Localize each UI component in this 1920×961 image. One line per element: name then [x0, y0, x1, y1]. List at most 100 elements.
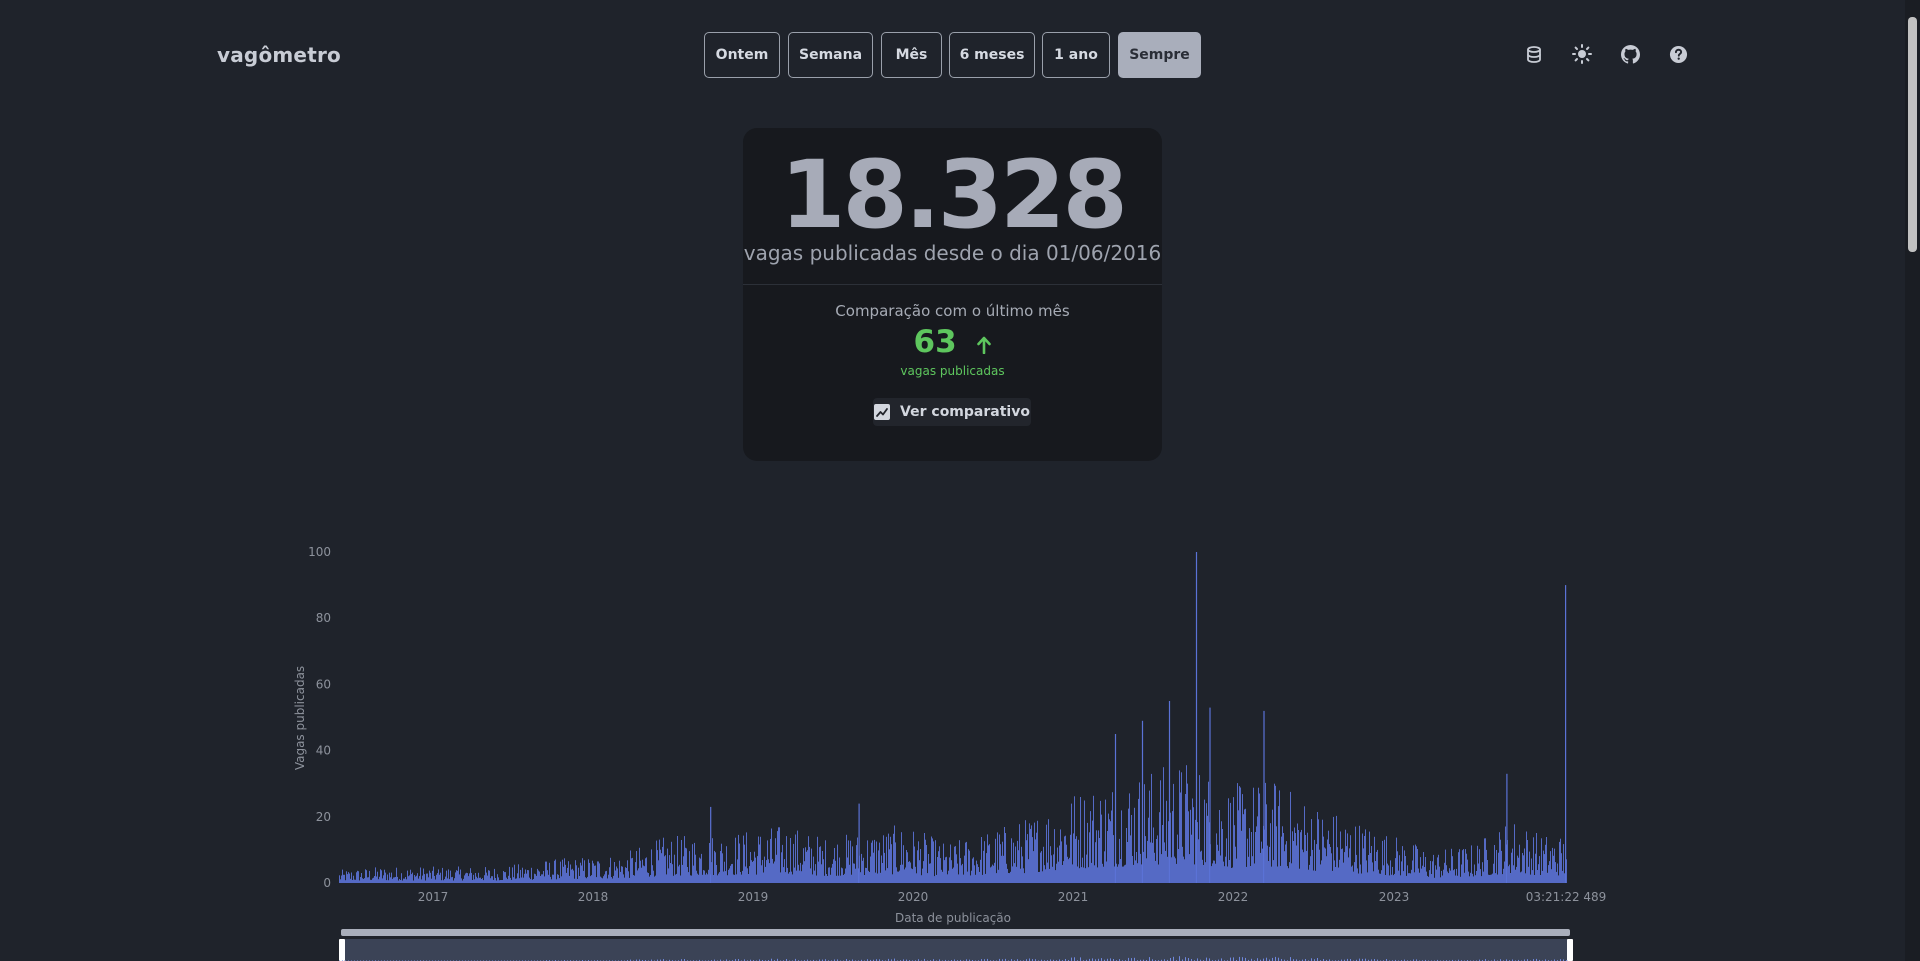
preview-bar	[1179, 956, 1180, 961]
bar	[876, 841, 877, 883]
bar	[445, 876, 446, 883]
bar	[912, 869, 913, 883]
range-slider-window[interactable]	[341, 939, 1570, 961]
bar	[355, 879, 356, 883]
bar	[1535, 853, 1536, 883]
scrollbar-thumb[interactable]	[1908, 17, 1917, 252]
bar	[1391, 874, 1392, 883]
bar	[1029, 823, 1030, 883]
bar	[947, 874, 948, 883]
bar	[1069, 857, 1070, 883]
bar	[704, 870, 705, 883]
bar	[522, 867, 523, 883]
page-scrollbar[interactable]	[1905, 0, 1920, 961]
bar	[645, 858, 646, 883]
bar	[484, 875, 485, 883]
bar	[1115, 833, 1116, 883]
bar	[641, 867, 642, 883]
preview-bar	[1230, 957, 1231, 961]
bar	[440, 872, 441, 883]
bar	[672, 864, 673, 883]
period-button-sempre[interactable]: Sempre	[1118, 32, 1201, 78]
bar	[1550, 851, 1551, 883]
app-logo[interactable]: vagômetro	[217, 43, 341, 67]
period-button-mes[interactable]: Mês	[881, 32, 942, 78]
bar	[978, 867, 979, 883]
sun-icon[interactable]	[1571, 43, 1593, 65]
y-tick-label: 100	[308, 545, 331, 559]
bar	[398, 880, 399, 883]
view-comparison-button[interactable]: Ver comparativo	[873, 398, 1031, 426]
database-icon[interactable]	[1523, 43, 1545, 65]
bar	[1462, 850, 1463, 883]
bar	[1002, 841, 1003, 883]
bar	[913, 831, 914, 883]
range-slider[interactable]	[339, 929, 1573, 961]
bar	[508, 875, 509, 883]
bar	[754, 851, 755, 883]
bar	[1415, 844, 1416, 883]
range-slider-left-handle[interactable]	[339, 939, 345, 961]
bar	[862, 860, 863, 883]
bar	[1167, 856, 1168, 883]
bar	[897, 871, 898, 883]
bar	[844, 873, 845, 883]
bar	[863, 857, 864, 883]
bar	[1413, 845, 1414, 883]
bar	[1333, 816, 1334, 883]
bar	[793, 843, 794, 883]
bar	[758, 836, 759, 883]
bar	[888, 833, 889, 883]
bar	[343, 874, 344, 883]
bar	[1131, 815, 1132, 883]
bar	[546, 861, 547, 883]
bar	[1245, 808, 1246, 883]
bar	[1030, 828, 1031, 883]
y-tick-label: 0	[323, 876, 331, 890]
bar	[1159, 812, 1160, 883]
bar	[972, 858, 973, 883]
bar	[467, 873, 468, 883]
bar	[1481, 876, 1482, 883]
range-slider-right-handle[interactable]	[1567, 939, 1573, 961]
bar	[374, 876, 375, 883]
bar	[387, 874, 388, 883]
bar	[1518, 857, 1519, 883]
bar	[655, 875, 656, 883]
bar	[389, 872, 390, 883]
y-axis-label: Vagas publicadas	[293, 666, 307, 770]
bar	[583, 870, 584, 883]
bar	[797, 830, 798, 883]
period-button-1-ano[interactable]: 1 ano	[1042, 32, 1110, 78]
bar	[558, 874, 559, 883]
period-button-semana[interactable]: Semana	[788, 32, 873, 78]
bar	[1016, 866, 1017, 883]
bar	[384, 869, 385, 883]
bar	[1439, 866, 1440, 883]
bar	[501, 880, 502, 883]
bar	[1450, 870, 1451, 883]
bar	[1324, 847, 1325, 883]
bar	[826, 874, 827, 883]
bar	[1077, 866, 1078, 883]
bar	[379, 876, 380, 883]
bar	[1326, 856, 1327, 883]
bar	[426, 873, 427, 883]
bar	[825, 840, 826, 883]
period-button-ontem[interactable]: Ontem	[704, 32, 780, 78]
bar	[791, 871, 792, 883]
period-button-6-meses[interactable]: 6 meses	[949, 32, 1035, 78]
range-slider-track[interactable]	[341, 929, 1570, 936]
github-icon[interactable]	[1619, 43, 1641, 65]
bar	[664, 856, 665, 883]
bar	[831, 867, 832, 883]
bar	[889, 849, 890, 883]
bar	[733, 874, 734, 883]
bar	[1409, 873, 1410, 883]
bar	[466, 872, 467, 883]
help-icon[interactable]	[1667, 43, 1689, 65]
bar	[1490, 874, 1491, 883]
bar	[1449, 868, 1450, 883]
bar	[1395, 858, 1396, 883]
bar	[382, 878, 383, 883]
